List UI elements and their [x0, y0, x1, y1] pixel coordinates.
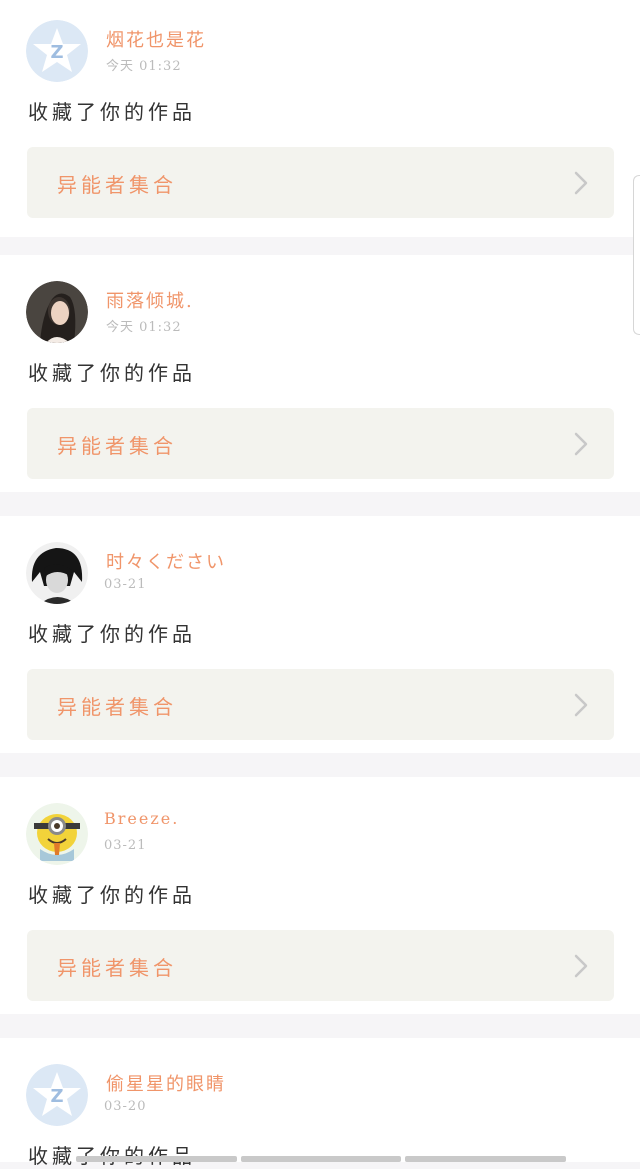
notification-card: 雨落倾城. 今天 01:32 收藏了你的作品 异能者集合 [0, 255, 640, 492]
avatar[interactable] [26, 542, 88, 604]
chevron-right-icon [574, 432, 588, 456]
avatar[interactable] [26, 281, 88, 343]
woman-photo-avatar-icon [26, 281, 88, 343]
work-title: 异能者集合 [57, 956, 177, 980]
username[interactable]: 雨落倾城. [106, 287, 194, 313]
bottom-indicator [76, 1156, 567, 1162]
avatar[interactable]: Z [26, 20, 88, 82]
dark-hair-person-avatar-icon [26, 542, 88, 604]
action-text: 收藏了你的作品 [28, 1140, 196, 1169]
default-z-avatar-icon: Z [26, 1064, 88, 1126]
action-text: 收藏了你的作品 [28, 883, 196, 907]
username[interactable]: 偷星星的眼睛 [106, 1070, 226, 1096]
action-text: 收藏了你的作品 [28, 100, 196, 124]
work-link[interactable]: 异能者集合 [27, 408, 614, 479]
work-link[interactable]: 异能者集合 [27, 930, 614, 1001]
timestamp: 03-20 [104, 1099, 147, 1114]
action-text: 收藏了你的作品 [28, 361, 196, 385]
work-title: 异能者集合 [57, 434, 177, 458]
scroll-handle[interactable] [633, 175, 640, 335]
chevron-right-icon [574, 171, 588, 195]
svg-text:Z: Z [50, 1086, 63, 1107]
notification-card: Z 烟花也是花 今天 01:32 收藏了你的作品 异能者集合 [0, 0, 640, 237]
work-link[interactable]: 异能者集合 [27, 669, 614, 740]
work-link[interactable]: 异能者集合 [27, 147, 614, 218]
indicator-segment [405, 1156, 567, 1162]
username[interactable]: 时々ください [106, 548, 226, 574]
avatar[interactable]: Z [26, 1064, 88, 1126]
timestamp: 03-21 [104, 838, 147, 853]
notification-card: Breeze. 03-21 收藏了你的作品 异能者集合 [0, 777, 640, 1014]
work-title: 异能者集合 [57, 173, 177, 197]
notification-card: 时々ください 03-21 收藏了你的作品 异能者集合 [0, 516, 640, 753]
svg-text:Z: Z [50, 42, 63, 63]
action-text: 收藏了你的作品 [28, 622, 196, 646]
timestamp: 今天 01:32 [106, 320, 182, 335]
indicator-segment [76, 1156, 237, 1162]
timestamp: 今天 01:32 [106, 59, 182, 74]
indicator-segment [240, 1156, 402, 1162]
username[interactable]: 烟花也是花 [106, 26, 206, 52]
chevron-right-icon [574, 693, 588, 717]
notification-card: Z 偷星星的眼睛 03-20 收藏了你的作品 [0, 1038, 640, 1168]
chevron-right-icon [574, 954, 588, 978]
timestamp: 03-21 [104, 577, 147, 592]
minion-avatar-icon [26, 803, 88, 865]
username[interactable]: Breeze. [104, 809, 179, 828]
work-title: 异能者集合 [57, 695, 177, 719]
avatar[interactable] [26, 803, 88, 865]
default-z-avatar-icon: Z [26, 20, 88, 82]
